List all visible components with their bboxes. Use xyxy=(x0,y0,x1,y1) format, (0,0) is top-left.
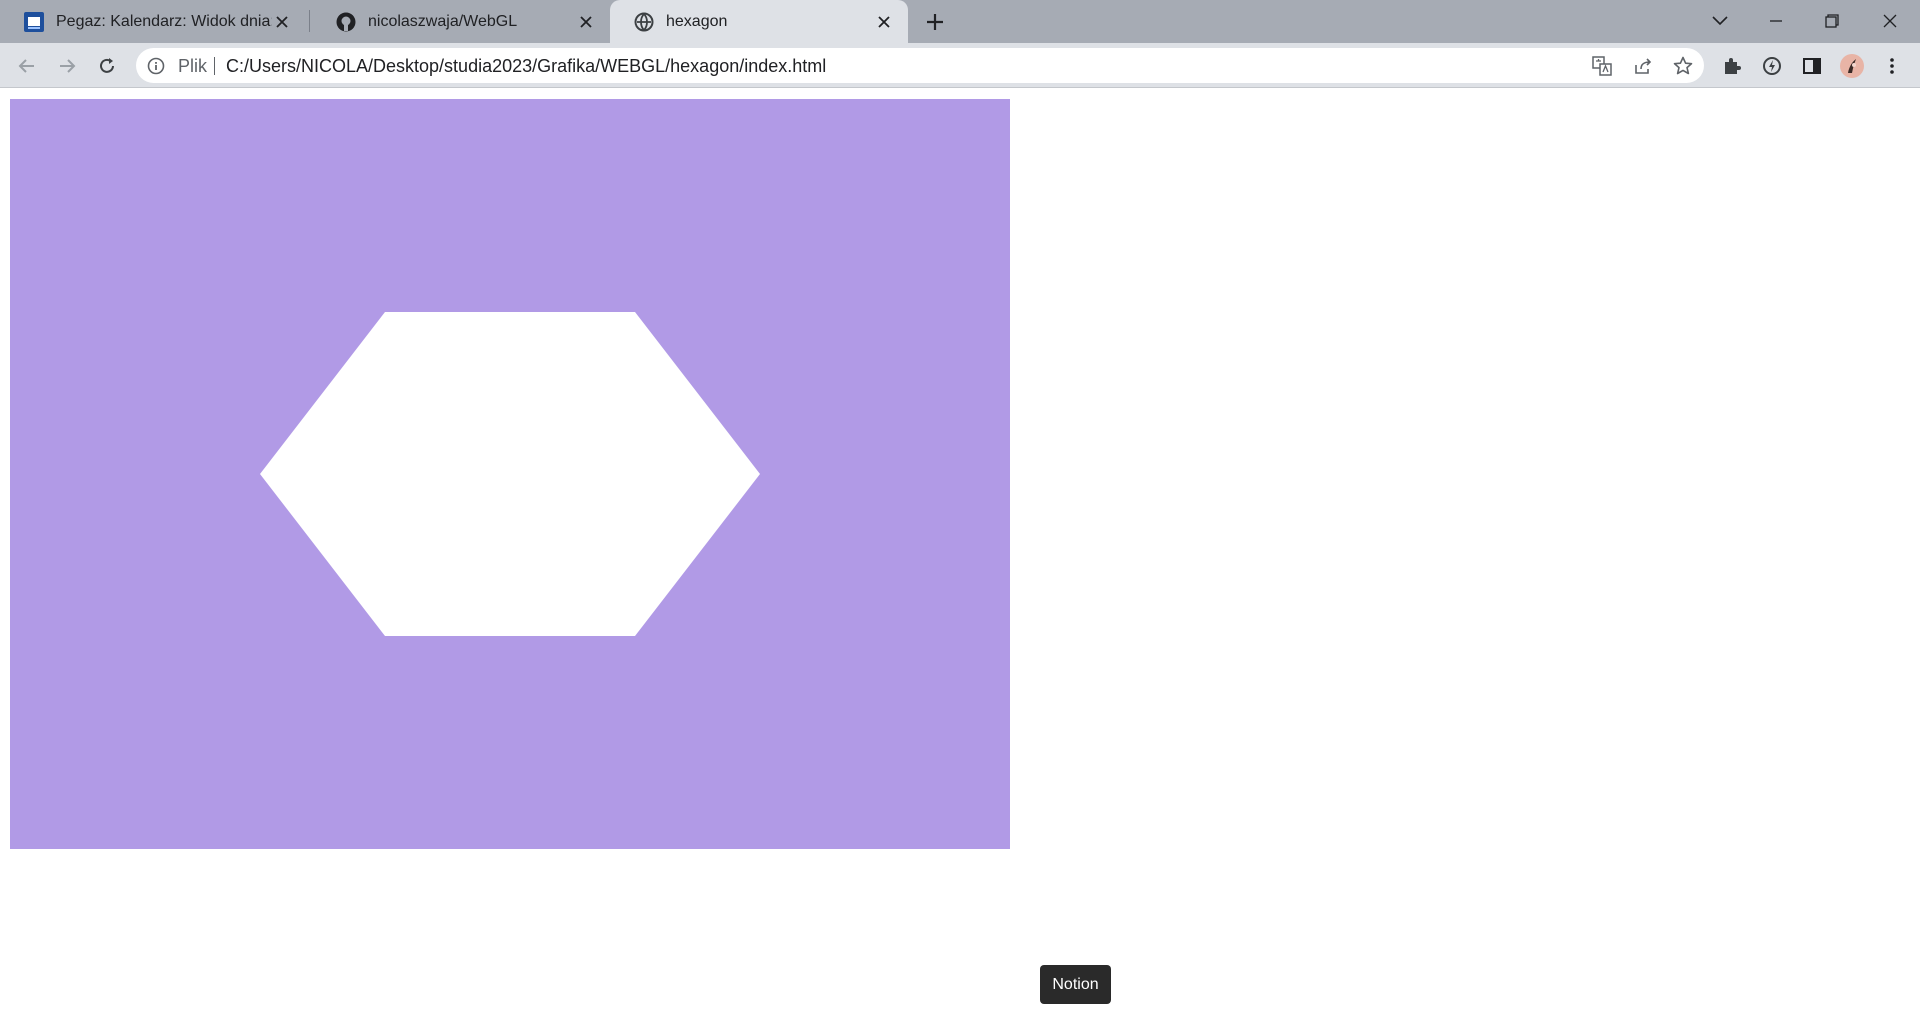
close-tab-icon[interactable] xyxy=(874,12,894,32)
puzzle-icon xyxy=(1725,58,1741,74)
reload-button[interactable] xyxy=(93,52,121,80)
pegaz-favicon-icon xyxy=(24,11,44,32)
minimize-button[interactable] xyxy=(1760,6,1792,36)
tab-search-button[interactable] xyxy=(1704,6,1736,36)
plus-icon xyxy=(927,14,943,30)
close-tab-icon[interactable] xyxy=(272,12,292,32)
speed-icon xyxy=(1763,57,1781,75)
tab-separator xyxy=(309,10,310,32)
share-icon[interactable] xyxy=(1631,54,1655,78)
minimize-icon xyxy=(1770,20,1782,22)
chevron-down-icon xyxy=(1712,16,1728,26)
translate-icon[interactable] xyxy=(1590,54,1614,78)
address-scheme-label: Plik xyxy=(178,56,208,76)
notion-tooltip: Notion xyxy=(1040,965,1111,1004)
tab-strip: Pegaz: Kalendarz: Widok dnia: śro nicola… xyxy=(0,0,1920,43)
tab-title: Pegaz: Kalendarz: Widok dnia: śro xyxy=(56,12,272,30)
address-url[interactable]: C:/Users/NICOLA/Desktop/studia2023/Grafi… xyxy=(226,56,826,76)
globe-icon xyxy=(634,12,654,32)
address-bar[interactable]: Plik C:/Users/NICOLA/Desktop/studia2023/… xyxy=(136,48,1704,83)
forward-button[interactable] xyxy=(53,52,81,80)
close-icon xyxy=(1883,14,1897,28)
restore-icon xyxy=(1825,14,1839,28)
restore-button[interactable] xyxy=(1816,6,1848,36)
performance-button[interactable] xyxy=(1758,52,1786,80)
side-panel-button[interactable] xyxy=(1798,52,1826,80)
browser-toolbar: Plik C:/Users/NICOLA/Desktop/studia2023/… xyxy=(0,43,1920,88)
tab-title: nicolaszwaja/WebGL xyxy=(368,12,518,30)
tab-title: hexagon xyxy=(666,12,728,30)
tab-pegaz[interactable]: Pegaz: Kalendarz: Widok dnia: śro xyxy=(0,0,306,43)
arrow-right-icon xyxy=(60,59,76,73)
address-divider xyxy=(214,57,215,75)
avatar xyxy=(1840,54,1864,78)
profile-button[interactable] xyxy=(1838,52,1866,80)
reload-icon xyxy=(100,58,114,73)
webgl-canvas[interactable] xyxy=(10,99,1010,849)
more-vertical-icon xyxy=(1890,58,1894,74)
info-icon[interactable] xyxy=(146,56,166,76)
extensions-button[interactable] xyxy=(1718,52,1746,80)
side-panel-icon xyxy=(1803,58,1821,74)
bookmark-star-icon[interactable] xyxy=(1671,54,1695,78)
menu-button[interactable] xyxy=(1878,52,1906,80)
close-window-button[interactable] xyxy=(1874,6,1906,36)
github-icon xyxy=(336,12,356,32)
tab-hexagon[interactable]: hexagon xyxy=(610,0,908,43)
tab-github[interactable]: nicolaszwaja/WebGL xyxy=(312,0,610,43)
arrow-left-icon xyxy=(18,59,34,73)
close-tab-icon[interactable] xyxy=(576,12,596,32)
back-button[interactable] xyxy=(13,52,41,80)
new-tab-button[interactable] xyxy=(922,9,948,35)
